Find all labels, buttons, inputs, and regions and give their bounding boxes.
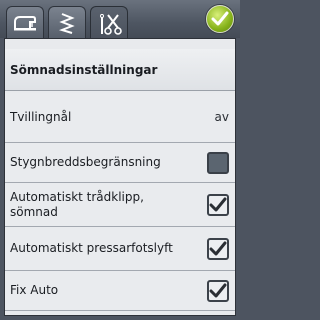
stitch-width-limit-checkbox[interactable] xyxy=(207,151,229,174)
row-label: Tvillingnål xyxy=(10,110,72,124)
row-label: Automatiskt trådklipp, sömnad xyxy=(10,189,144,219)
row-label: Fix Auto xyxy=(10,283,59,297)
row-label: Stygnbreddsbegränsning xyxy=(10,155,161,169)
needle-scissors-icon xyxy=(100,13,122,35)
checkmark-icon xyxy=(209,283,227,297)
row-fix-auto[interactable]: Fix Auto xyxy=(5,271,235,311)
top-bar xyxy=(0,0,240,40)
row-auto-presser-foot-lift[interactable]: Automatiskt pressarfotslyft xyxy=(5,227,235,271)
row-label: Automatiskt pressarfotslyft xyxy=(10,241,173,255)
auto-presser-foot-lift-checkbox[interactable] xyxy=(207,237,229,260)
stitch-zigzag-icon xyxy=(58,13,75,34)
settings-panel: Sömnadsinställningar Tvillingnål av Styg… xyxy=(4,38,236,316)
tab-sewing-settings[interactable] xyxy=(90,6,128,40)
ok-button[interactable] xyxy=(206,5,234,33)
row-stitch-width-limit[interactable]: Stygnbreddsbegränsning xyxy=(5,143,235,183)
sewing-machine-icon xyxy=(14,16,36,31)
tab-sewing-machine[interactable] xyxy=(6,6,44,39)
tab-stitch[interactable] xyxy=(48,6,86,39)
fix-auto-checkbox[interactable] xyxy=(207,279,229,302)
checkmark-icon xyxy=(211,11,229,26)
twin-needle-value: av xyxy=(214,110,229,124)
checkmark-icon xyxy=(209,197,227,211)
panel-title: Sömnadsinställningar xyxy=(5,49,235,91)
auto-thread-cut-checkbox[interactable] xyxy=(207,193,229,216)
row-auto-thread-cut[interactable]: Automatiskt trådklipp, sömnad xyxy=(5,183,235,227)
row-twin-needle[interactable]: Tvillingnål av xyxy=(5,93,235,143)
checkmark-icon xyxy=(209,241,227,255)
